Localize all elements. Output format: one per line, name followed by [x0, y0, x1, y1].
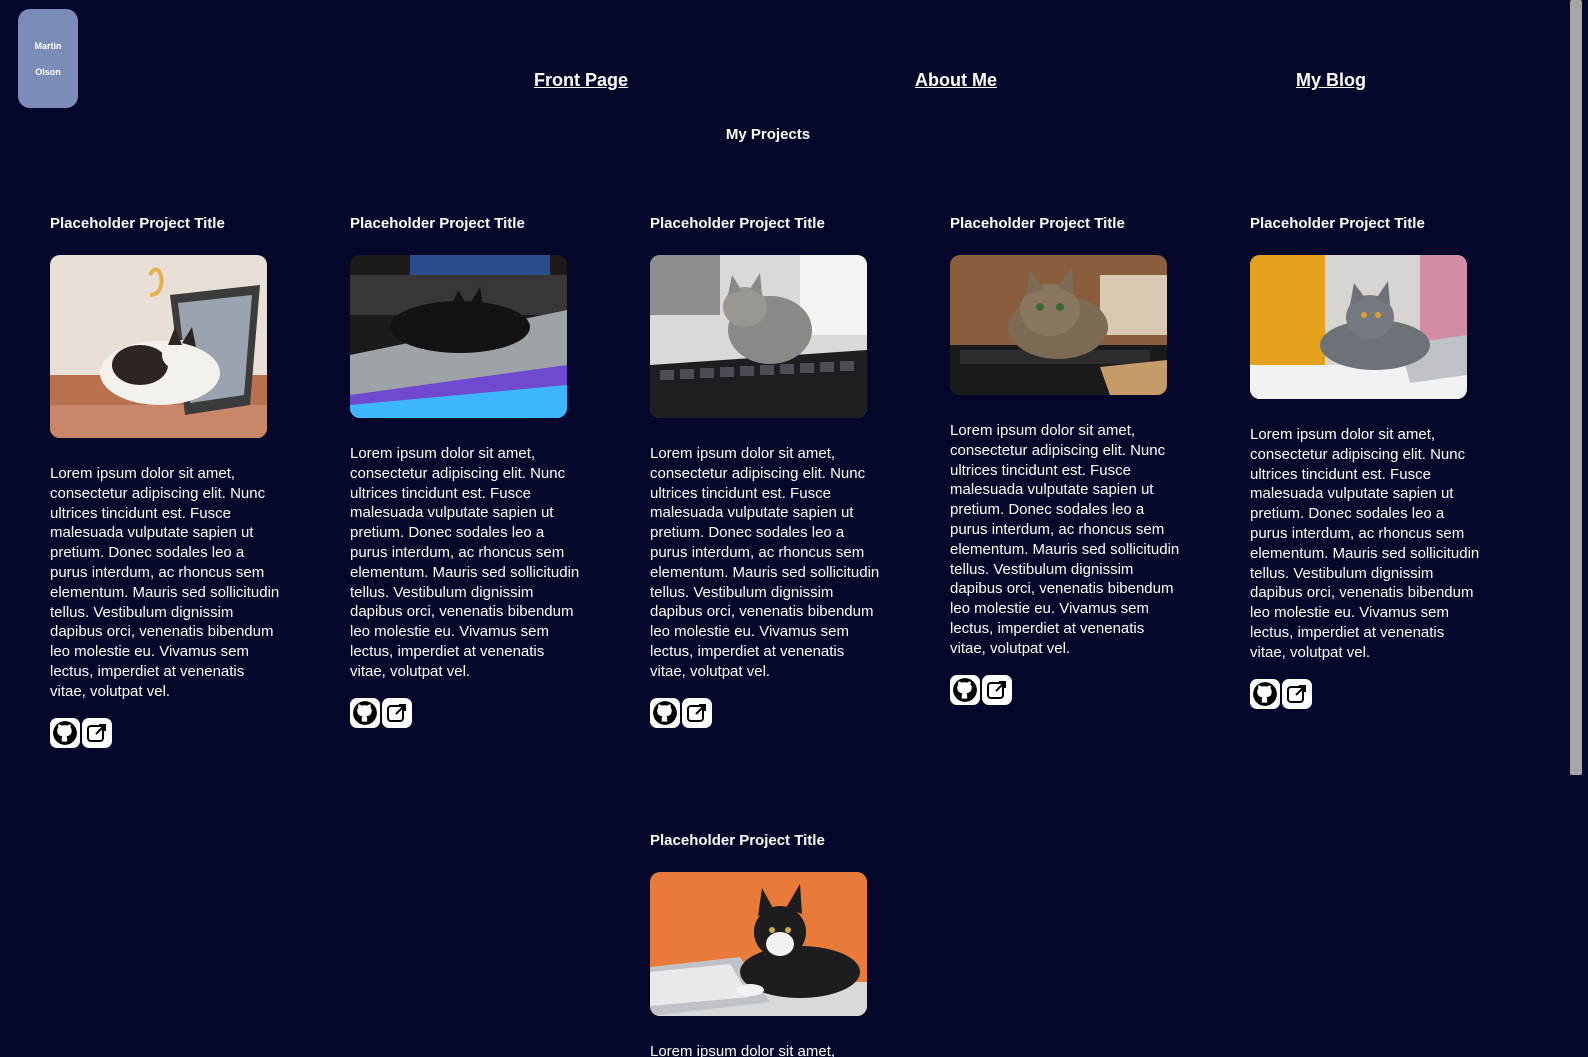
logo-badge[interactable]: Martin Olson: [18, 9, 78, 108]
external-link-icon[interactable]: [982, 674, 1012, 705]
project-card: Placeholder Project Title Lorem ipsum do…: [350, 214, 590, 728]
project-title: Placeholder Project Title: [350, 215, 525, 232]
project-description: Lorem ipsum dolor sit amet, consectetur …: [950, 422, 1180, 657]
project-links: [350, 697, 590, 728]
project-title: Placeholder Project Title: [650, 215, 825, 232]
github-icon[interactable]: [650, 697, 680, 728]
project-title: Placeholder Project Title: [650, 832, 825, 849]
project-title: Placeholder Project Title: [50, 215, 225, 232]
project-links: [50, 717, 290, 748]
project-description: Lorem ipsum dolor sit amet, consectetur …: [650, 445, 880, 680]
external-link-icon[interactable]: [382, 697, 412, 728]
project-description: Lorem ipsum dolor sit amet, consectetur …: [50, 465, 280, 700]
external-link-icon[interactable]: [82, 717, 112, 748]
project-image: [350, 255, 567, 418]
project-links: [1250, 678, 1490, 709]
project-card: Placeholder Project Title Lorem ipsum do…: [50, 214, 290, 748]
logo-last-name: Olson: [35, 66, 61, 77]
page: Martin Olson Front Page About Me My Blog…: [0, 0, 1588, 1057]
project-card: Placeholder Project Title Lorem ipsum do…: [650, 214, 890, 728]
project-title: Placeholder Project Title: [1250, 215, 1425, 232]
github-icon[interactable]: [950, 674, 980, 705]
external-link-icon[interactable]: [1282, 678, 1312, 709]
project-image: [650, 872, 867, 1016]
project-card: Placeholder Project Title Lorem ipsum do…: [1250, 214, 1490, 709]
github-icon[interactable]: [1250, 678, 1280, 709]
nav-front-page[interactable]: Front Page: [534, 70, 628, 91]
project-description: Lorem ipsum dolor sit amet, consectetur …: [1250, 426, 1480, 661]
logo-first-name: Martin: [34, 40, 62, 51]
project-image: [650, 255, 867, 418]
project-card: Placeholder Project Title Lorem ipsum do…: [650, 831, 890, 1057]
nav-my-blog[interactable]: My Blog: [1296, 70, 1366, 91]
github-icon[interactable]: [50, 717, 80, 748]
project-image: [50, 255, 267, 438]
external-link-icon[interactable]: [682, 697, 712, 728]
github-icon[interactable]: [350, 697, 380, 728]
scrollbar[interactable]: [1568, 0, 1588, 1057]
project-title: Placeholder Project Title: [950, 215, 1125, 232]
project-description: Lorem ipsum dolor sit amet, consectetur …: [350, 445, 580, 680]
scrollbar-thumb[interactable]: [1570, 0, 1582, 775]
project-image: [950, 255, 1167, 395]
project-links: [650, 697, 890, 728]
project-description: Lorem ipsum dolor sit amet,: [650, 1043, 836, 1057]
nav-about-me[interactable]: About Me: [915, 70, 997, 91]
project-card: Placeholder Project Title Lorem ipsum do…: [950, 214, 1190, 705]
project-links: [950, 674, 1190, 705]
section-title: My Projects: [725, 126, 811, 143]
project-image: [1250, 255, 1467, 399]
